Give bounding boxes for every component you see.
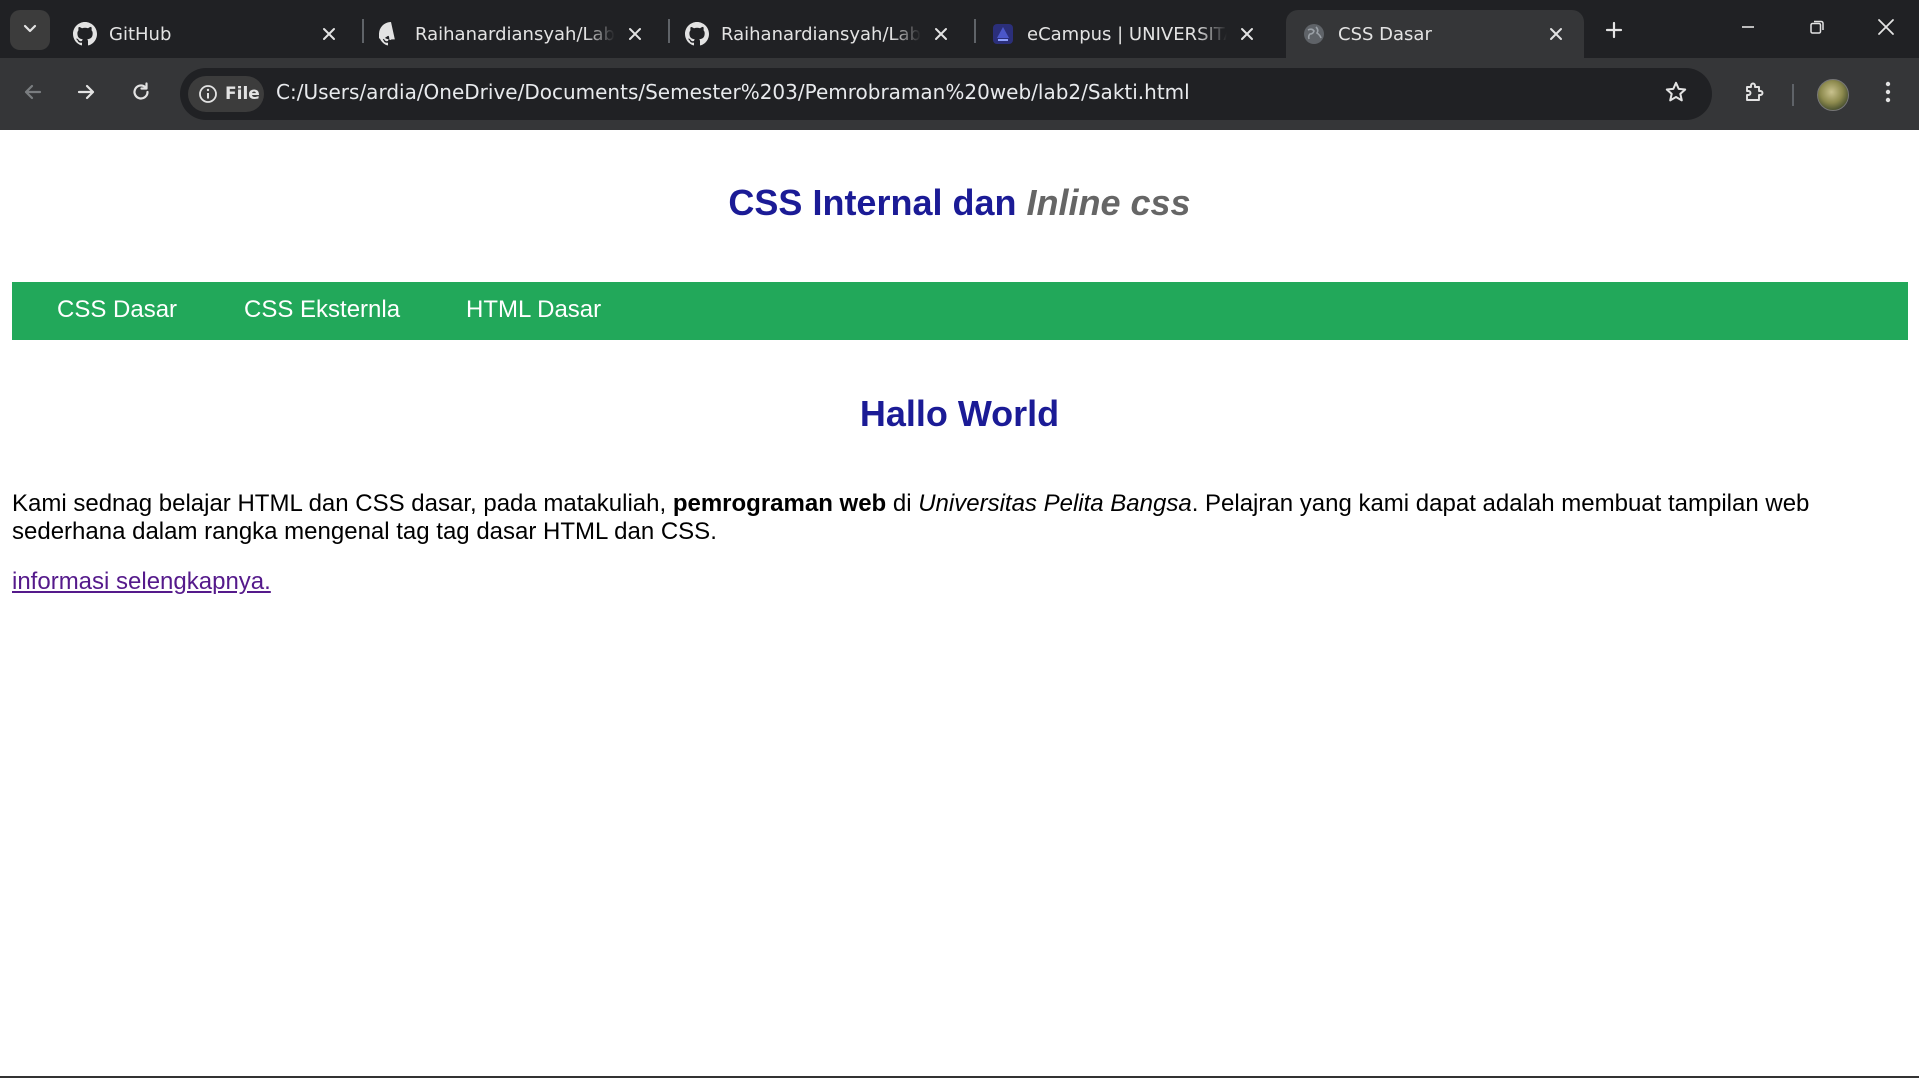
close-icon[interactable] — [1542, 20, 1570, 48]
tab-lab1[interactable]: Raihanardiansyah/Lab1W — [669, 10, 969, 58]
menu-button[interactable] — [1868, 74, 1908, 114]
new-tab-button[interactable] — [1596, 14, 1632, 50]
page-title: CSS Internal dan Inline css — [0, 182, 1919, 224]
chip-label: File — [225, 84, 260, 104]
close-icon — [1877, 18, 1895, 41]
info-icon — [198, 84, 218, 104]
reload-button[interactable] — [121, 74, 161, 114]
github-icon — [379, 22, 403, 46]
github-icon — [73, 22, 97, 46]
close-window-button[interactable] — [1862, 8, 1910, 50]
title-main: CSS Internal dan — [728, 182, 1027, 223]
tab-ecampus[interactable]: eCampus | UNIVERSITAS — [975, 10, 1275, 58]
reload-icon — [130, 81, 152, 108]
section-heading: Hallo World — [859, 393, 1060, 434]
close-icon[interactable] — [621, 20, 649, 48]
page-content: CSS Internal dan Inline css CSS Dasar CS… — [0, 130, 1919, 1079]
plus-icon — [1605, 21, 1623, 44]
github-icon — [685, 22, 709, 46]
tab-github[interactable]: GitHub — [57, 10, 357, 58]
tab-lab2[interactable]: Raihanardiansyah/Lab2w — [363, 10, 663, 58]
tab-title: GitHub — [109, 23, 172, 45]
nav-link-html-dasar[interactable]: HTML Dasar — [466, 296, 601, 324]
tab-search-button[interactable] — [10, 10, 50, 50]
star-icon — [1664, 80, 1688, 109]
forward-button[interactable] — [66, 74, 106, 114]
nav-link-css-dasar[interactable]: CSS Dasar — [57, 296, 177, 324]
url-text[interactable]: C:/Users/ardia/OneDrive/Documents/Semest… — [276, 80, 1190, 104]
close-icon[interactable] — [1233, 20, 1261, 48]
restore-button[interactable] — [1793, 8, 1841, 50]
tab-title: CSS Dasar — [1338, 23, 1432, 45]
tab-css-dasar[interactable]: CSS Dasar — [1286, 10, 1584, 58]
ecampus-icon — [991, 22, 1015, 46]
extensions-button[interactable] — [1735, 74, 1775, 114]
close-icon[interactable] — [315, 20, 343, 48]
globe-icon — [1302, 22, 1326, 46]
tab-strip: GitHub Raihanardiansyah/Lab2w Raihanardi… — [0, 0, 1919, 58]
restore-icon — [1809, 19, 1825, 40]
site-info-chip[interactable]: File — [188, 76, 264, 112]
profile-avatar[interactable] — [1817, 79, 1849, 111]
nav-link-css-eksternla[interactable]: CSS Eksternla — [244, 296, 400, 324]
bookmark-button[interactable] — [1658, 76, 1694, 112]
browser-toolbar: File C:/Users/ardia/OneDrive/Documents/S… — [0, 58, 1919, 130]
address-bar[interactable]: File C:/Users/ardia/OneDrive/Documents/S… — [180, 68, 1712, 120]
toolbar-separator — [1792, 84, 1794, 106]
tab-title: eCampus | UNIVERSITAS — [1027, 23, 1227, 45]
title-emphasis: Inline css — [1026, 182, 1191, 223]
minimize-icon — [1740, 19, 1756, 40]
minimize-button[interactable] — [1724, 8, 1772, 50]
bottom-border — [0, 1076, 1919, 1078]
body-paragraph: Kami sednag belajar HTML dan CSS dasar, … — [12, 490, 1892, 546]
chevron-down-icon — [22, 20, 38, 41]
more-info-link[interactable]: informasi selengkapnya. — [12, 568, 271, 596]
paragraph-text: Kami sednag belajar HTML dan CSS dasar, … — [12, 490, 673, 517]
close-icon[interactable] — [927, 20, 955, 48]
paragraph-italic: Universitas Pelita Bangsa — [918, 490, 1192, 517]
back-button[interactable] — [13, 74, 53, 114]
more-vertical-icon — [1885, 81, 1891, 108]
paragraph-text: di — [886, 490, 919, 517]
puzzle-icon — [1743, 80, 1767, 109]
tab-title: Raihanardiansyah/Lab1W — [721, 23, 921, 45]
nav-bar: CSS Dasar CSS Eksternla HTML Dasar — [12, 282, 1908, 340]
paragraph-bold: pemrograman web — [672, 490, 887, 517]
tab-title: Raihanardiansyah/Lab2w — [415, 23, 615, 45]
arrow-left-icon — [22, 81, 44, 108]
arrow-right-icon — [75, 81, 97, 108]
